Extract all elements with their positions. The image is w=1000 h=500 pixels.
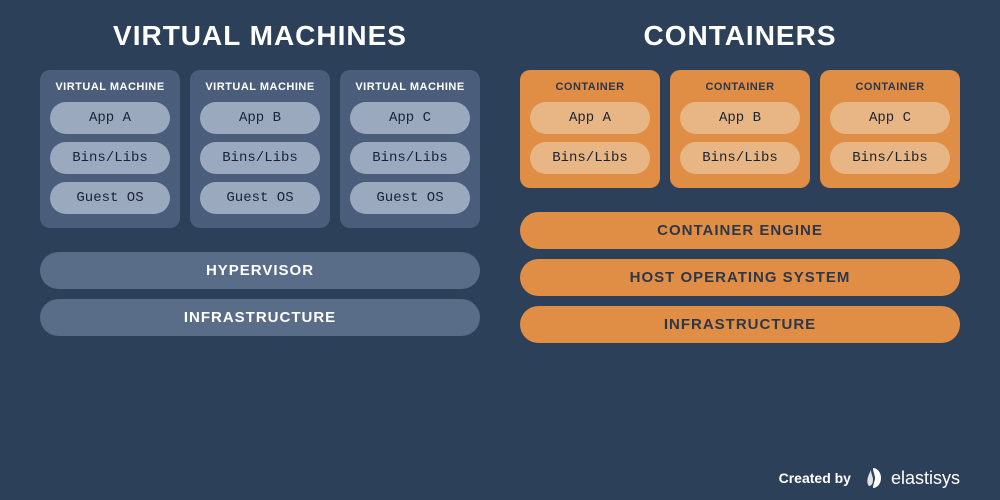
spacer xyxy=(40,240,480,252)
vm-heading: VIRTUAL MACHINES xyxy=(40,20,480,52)
container-box-0: CONTAINER App A Bins/Libs xyxy=(520,70,660,188)
vm-boxes-row: VIRTUAL MACHINE App A Bins/Libs Guest OS… xyxy=(40,70,480,228)
container-box-1: CONTAINER App B Bins/Libs xyxy=(670,70,810,188)
vm-column: VIRTUAL MACHINES VIRTUAL MACHINE App A B… xyxy=(40,20,480,462)
container-heading: CONTAINERS xyxy=(520,20,960,52)
container-column: CONTAINERS CONTAINER App A Bins/Libs CON… xyxy=(520,20,960,462)
container-box-title: CONTAINER xyxy=(530,80,650,94)
container-app-pill: App C xyxy=(830,102,950,134)
container-boxes-row: CONTAINER App A Bins/Libs CONTAINER App … xyxy=(520,70,960,188)
vm-box-title: VIRTUAL MACHINE xyxy=(200,80,320,94)
footer: Created by elastisys xyxy=(0,462,1000,500)
vm-app-pill: App C xyxy=(350,102,470,134)
container-box-title: CONTAINER xyxy=(680,80,800,94)
container-box-title: CONTAINER xyxy=(830,80,950,94)
host-os-layer: HOST OPERATING SYSTEM xyxy=(520,259,960,296)
infrastructure-layer: INFRASTRUCTURE xyxy=(40,299,480,336)
brand-name: elastisys xyxy=(891,468,960,489)
vm-box-1: VIRTUAL MACHINE App B Bins/Libs Guest OS xyxy=(190,70,330,228)
container-binslibs-pill: Bins/Libs xyxy=(830,142,950,174)
elastisys-logo-icon xyxy=(861,466,885,490)
vm-box-2: VIRTUAL MACHINE App C Bins/Libs Guest OS xyxy=(340,70,480,228)
vm-box-title: VIRTUAL MACHINE xyxy=(350,80,470,94)
spacer xyxy=(520,200,960,212)
vm-guestos-pill: Guest OS xyxy=(200,182,320,214)
diagram-container: VIRTUAL MACHINES VIRTUAL MACHINE App A B… xyxy=(0,0,1000,462)
container-box-2: CONTAINER App C Bins/Libs xyxy=(820,70,960,188)
vm-binslibs-pill: Bins/Libs xyxy=(200,142,320,174)
vm-box-title: VIRTUAL MACHINE xyxy=(50,80,170,94)
container-binslibs-pill: Bins/Libs xyxy=(680,142,800,174)
container-app-pill: App A xyxy=(530,102,650,134)
infrastructure-layer: INFRASTRUCTURE xyxy=(520,306,960,343)
vm-app-pill: App B xyxy=(200,102,320,134)
vm-guestos-pill: Guest OS xyxy=(50,182,170,214)
vm-app-pill: App A xyxy=(50,102,170,134)
vm-guestos-pill: Guest OS xyxy=(350,182,470,214)
vm-binslibs-pill: Bins/Libs xyxy=(50,142,170,174)
brand-logo-group: elastisys xyxy=(861,466,960,490)
hypervisor-layer: HYPERVISOR xyxy=(40,252,480,289)
vm-binslibs-pill: Bins/Libs xyxy=(350,142,470,174)
container-binslibs-pill: Bins/Libs xyxy=(530,142,650,174)
created-by-label: Created by xyxy=(779,470,851,486)
container-engine-layer: CONTAINER ENGINE xyxy=(520,212,960,249)
container-app-pill: App B xyxy=(680,102,800,134)
vm-box-0: VIRTUAL MACHINE App A Bins/Libs Guest OS xyxy=(40,70,180,228)
